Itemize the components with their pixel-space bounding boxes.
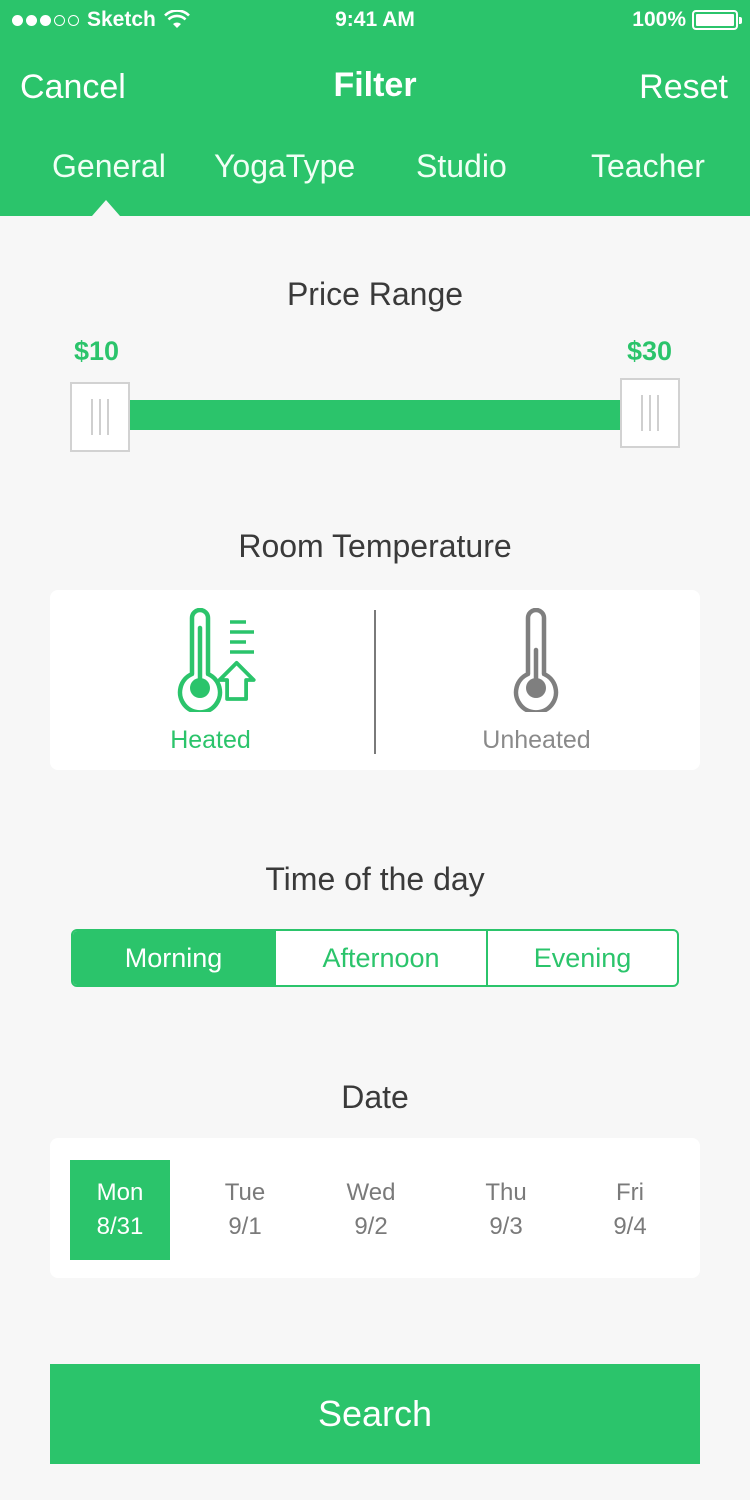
time-of-day-title: Time of the day	[265, 861, 485, 897]
time-of-day-segmented-control: Morning Afternoon Evening	[71, 929, 679, 987]
tab-studio[interactable]: Studio	[416, 148, 507, 185]
page-title: Filter	[333, 66, 417, 104]
tab-teacher[interactable]: Teacher	[591, 148, 705, 185]
segment-afternoon[interactable]: Afternoon	[274, 931, 486, 985]
price-range-title: Price Range	[286, 276, 464, 312]
room-temperature-card: Heated Unheated	[50, 590, 700, 770]
unheated-option[interactable]: Unheated	[376, 590, 701, 770]
price-min-handle[interactable]	[70, 382, 130, 452]
tab-general[interactable]: General	[52, 148, 166, 185]
status-right: 100%	[632, 8, 742, 32]
date-day-number: 9/2	[354, 1213, 388, 1240]
date-day-name: Mon	[96, 1179, 144, 1206]
battery-icon	[692, 10, 742, 30]
filter-tabs: General YogaType Studio Teacher	[0, 148, 750, 198]
date-day-name: Fri	[616, 1179, 644, 1206]
date-item-fri[interactable]: Fri 9/4	[580, 1160, 680, 1260]
date-day-name: Wed	[346, 1179, 396, 1206]
segment-evening[interactable]: Evening	[486, 931, 677, 985]
date-day-number: 9/4	[613, 1213, 647, 1240]
date-day-name: Tue	[224, 1179, 266, 1206]
search-button[interactable]: Search	[50, 1364, 700, 1464]
reset-button[interactable]: Reset	[639, 68, 728, 107]
heated-thermometer-icon	[177, 608, 256, 712]
date-day-number: 9/1	[228, 1213, 262, 1240]
price-slider-track[interactable]	[100, 400, 650, 430]
navigation-bar: Cancel Filter Reset	[0, 60, 750, 120]
unheated-label: Unheated	[482, 726, 591, 754]
date-day-number: 8/31	[96, 1213, 144, 1240]
date-day-number: 9/3	[489, 1213, 523, 1240]
tab-yogatype[interactable]: YogaType	[214, 148, 355, 185]
date-title: Date	[341, 1079, 409, 1115]
header: Sketch 9:41 AM 100% Cancel Filter Reset …	[0, 0, 750, 216]
segment-morning[interactable]: Morning	[73, 931, 274, 985]
heated-option[interactable]: Heated	[50, 590, 375, 770]
date-item-mon[interactable]: Mon 8/31	[70, 1160, 170, 1260]
status-bar: Sketch 9:41 AM 100%	[0, 0, 750, 40]
price-max-label: $30	[626, 336, 672, 366]
heated-label: Heated	[170, 726, 251, 754]
date-item-tue[interactable]: Tue 9/1	[195, 1160, 295, 1260]
room-temperature-title: Room Temperature	[238, 528, 512, 564]
thermometer-icon	[513, 608, 559, 712]
date-item-wed[interactable]: Wed 9/2	[321, 1160, 421, 1260]
battery-percent: 100%	[632, 8, 686, 31]
date-item-thu[interactable]: Thu 9/3	[456, 1160, 556, 1260]
date-picker-card: Mon 8/31 Tue 9/1 Wed 9/2 Thu 9/3 Fri 9/4	[50, 1138, 700, 1278]
active-tab-indicator	[92, 200, 120, 216]
price-max-handle[interactable]	[620, 378, 680, 448]
date-day-name: Thu	[485, 1179, 527, 1206]
price-min-label: $10	[74, 336, 120, 366]
